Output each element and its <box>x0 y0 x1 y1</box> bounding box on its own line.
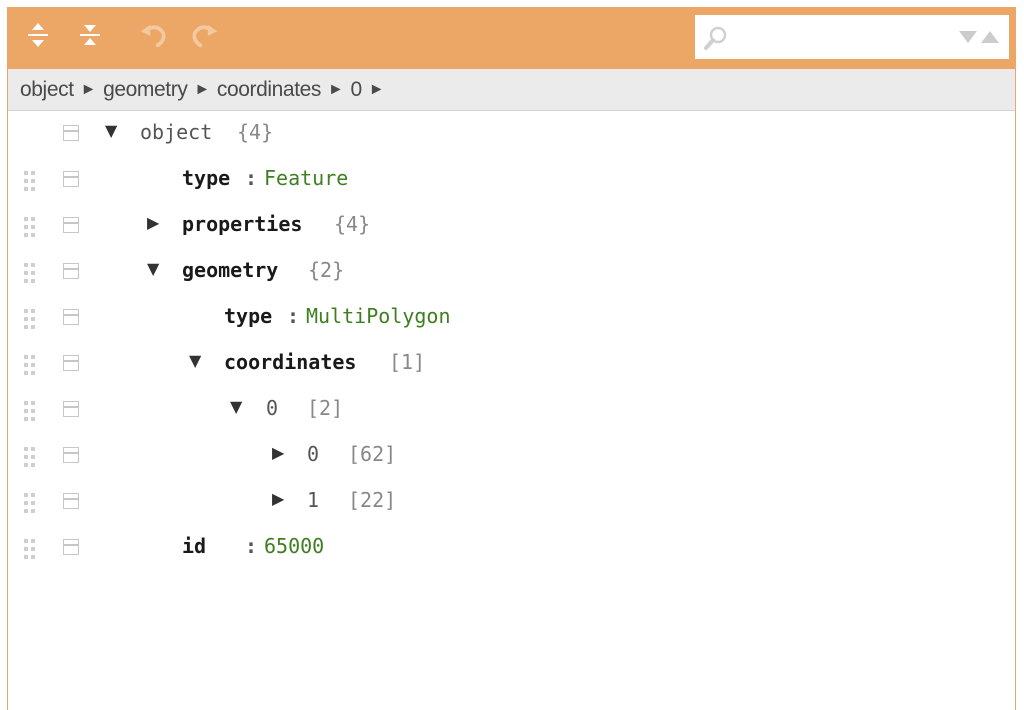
tree-row-coordinates: ▼ coordinates [1] <box>8 341 1015 387</box>
field-name[interactable]: type <box>182 166 230 190</box>
next-result-icon[interactable] <box>959 31 977 43</box>
context-menu-button[interactable] <box>63 125 79 141</box>
field-value[interactable]: MultiPolygon <box>306 304 451 328</box>
redo-button[interactable] <box>191 21 219 49</box>
previous-result-icon[interactable] <box>981 31 999 43</box>
drag-handle-icon[interactable] <box>24 171 36 191</box>
tree-row-root: ▼ object {4} <box>8 111 1015 157</box>
root-count: {4} <box>237 120 274 144</box>
tree-row-type: type : Feature <box>8 157 1015 203</box>
breadcrumb: object ► geometry ► coordinates ► 0 ► <box>8 69 1015 111</box>
array-count: [2] <box>307 396 344 420</box>
array-count: [62] <box>348 442 397 466</box>
search-box <box>695 15 1009 59</box>
expanded-toggle-icon[interactable]: ▼ <box>230 397 242 416</box>
context-menu-button[interactable] <box>63 309 79 325</box>
field-name[interactable]: properties <box>182 212 302 236</box>
tree-row-properties: ▶ properties {4} <box>8 203 1015 249</box>
expanded-toggle-icon[interactable]: ▼ <box>105 121 117 140</box>
field-separator: : <box>245 166 258 190</box>
drag-handle-icon[interactable] <box>24 539 36 559</box>
drag-handle-icon[interactable] <box>24 355 36 375</box>
breadcrumb-separator: ► <box>368 80 385 98</box>
field-separator: : <box>287 304 300 328</box>
redo-icon <box>192 24 218 48</box>
expanded-toggle-icon[interactable]: ▼ <box>189 351 201 370</box>
context-menu-button[interactable] <box>63 401 79 417</box>
drag-handle-icon[interactable] <box>24 493 36 513</box>
expand-all-button[interactable] <box>24 21 52 49</box>
tree-row-coordinates-0: ▼ 0 [2] <box>8 387 1015 433</box>
context-menu-button[interactable] <box>63 539 79 555</box>
expanded-toggle-icon[interactable]: ▼ <box>147 259 159 278</box>
field-count: {4} <box>334 212 371 236</box>
context-menu-button[interactable] <box>63 447 79 463</box>
search-navigation <box>959 31 999 43</box>
breadcrumb-item-object[interactable]: object <box>20 78 74 102</box>
breadcrumb-separator: ► <box>80 80 97 98</box>
drag-handle-icon[interactable] <box>24 263 36 283</box>
json-editor: object ► geometry ► coordinates ► 0 ► ▼ … <box>7 7 1016 710</box>
collapse-all-button[interactable] <box>76 21 104 49</box>
array-index: 0 <box>307 442 320 466</box>
context-menu-button[interactable] <box>63 263 79 279</box>
drag-handle-icon[interactable] <box>24 309 36 329</box>
tree-row-geometry-type: type : MultiPolygon <box>8 295 1015 341</box>
breadcrumb-separator: ► <box>328 80 344 98</box>
root-label: object <box>140 120 213 144</box>
undo-icon <box>140 24 166 48</box>
field-name[interactable]: geometry <box>182 258 278 282</box>
field-value[interactable]: 65000 <box>264 534 324 558</box>
tree-row-coordinates-0-1: ▶ 1 [22] <box>8 479 1015 525</box>
breadcrumb-item-coordinates[interactable]: coordinates <box>217 78 322 102</box>
drag-handle-icon[interactable] <box>24 217 36 237</box>
tree-row-coordinates-0-0: ▶ 0 [62] <box>8 433 1015 479</box>
breadcrumb-item-0[interactable]: 0 <box>350 78 362 102</box>
search-input[interactable] <box>733 21 937 53</box>
collapse-all-icon <box>80 25 100 45</box>
field-name[interactable]: coordinates <box>224 350 356 374</box>
collapsed-toggle-icon[interactable]: ▶ <box>272 443 284 462</box>
collapsed-toggle-icon[interactable]: ▶ <box>272 489 284 508</box>
field-value[interactable]: Feature <box>264 166 348 190</box>
field-count: {2} <box>308 258 345 282</box>
drag-handle-icon[interactable] <box>24 401 36 421</box>
tree-row-id: id : 65000 <box>8 525 1015 571</box>
drag-handle-icon[interactable] <box>24 447 36 467</box>
expand-all-icon <box>28 23 48 47</box>
context-menu-button[interactable] <box>63 493 79 509</box>
context-menu-button[interactable] <box>63 217 79 233</box>
field-name[interactable]: type <box>224 304 272 328</box>
undo-button[interactable] <box>139 21 167 49</box>
array-count: [22] <box>348 488 397 512</box>
array-index: 0 <box>266 396 279 420</box>
field-separator: : <box>245 534 258 558</box>
search-icon <box>704 26 727 50</box>
context-menu-button[interactable] <box>63 355 79 371</box>
collapsed-toggle-icon[interactable]: ▶ <box>147 213 159 232</box>
field-name[interactable]: id <box>182 534 206 558</box>
array-index: 1 <box>307 488 320 512</box>
breadcrumb-item-geometry[interactable]: geometry <box>103 78 188 102</box>
field-count: [1] <box>389 350 426 374</box>
context-menu-button[interactable] <box>63 171 79 187</box>
tree-row-geometry: ▼ geometry {2} <box>8 249 1015 295</box>
toolbar <box>8 8 1015 69</box>
breadcrumb-separator: ► <box>194 80 210 98</box>
